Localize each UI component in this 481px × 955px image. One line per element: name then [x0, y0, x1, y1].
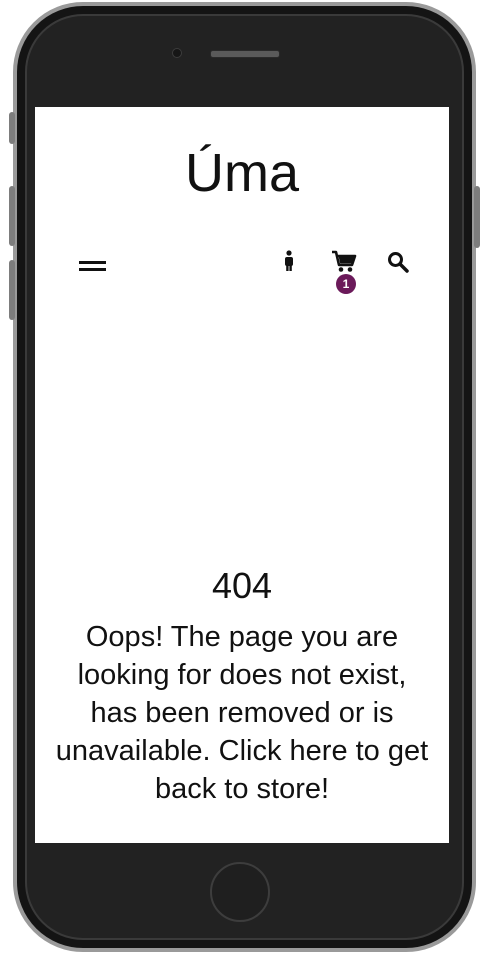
- home-button[interactable]: [210, 862, 270, 922]
- hamburger-menu-icon[interactable]: [79, 259, 107, 273]
- power-button: [474, 186, 480, 248]
- person-icon[interactable]: [283, 250, 295, 277]
- front-camera: [172, 48, 182, 58]
- volume-down-button: [9, 260, 15, 320]
- search-icon[interactable]: [387, 251, 411, 278]
- volume-up-button: [9, 186, 15, 246]
- app-screen: Úma 1 404 Oops! The page you are looking…: [35, 107, 449, 843]
- back-to-store-link[interactable]: Oops! The page you are looking for does …: [55, 618, 429, 808]
- error-code: 404: [211, 565, 273, 606]
- cart-count-badge: 1: [336, 274, 356, 294]
- earpiece-speaker: [210, 50, 280, 58]
- phone-frame: Úma 1 404 Oops! The page you are looking…: [0, 0, 481, 955]
- store-logo[interactable]: Úma: [35, 143, 449, 203]
- mute-switch: [9, 112, 15, 144]
